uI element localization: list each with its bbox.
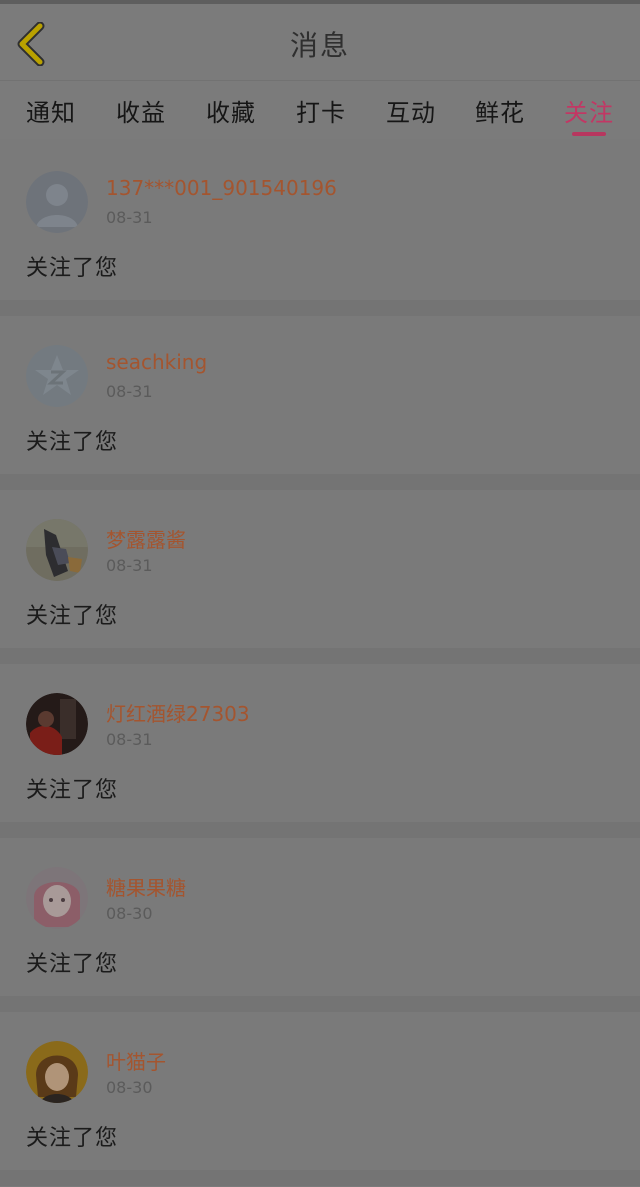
user-name[interactable]: 灯红酒绿27303	[106, 698, 250, 727]
app-header: 消息	[0, 4, 640, 81]
message-text: 关注了您	[26, 256, 119, 281]
list-item[interactable]: 糖果果糖 08-30 关注了您	[0, 838, 640, 996]
divider	[0, 300, 640, 316]
divider	[0, 1170, 640, 1186]
avatar[interactable]	[26, 1041, 88, 1103]
user-name[interactable]: 梦露露酱	[106, 524, 186, 553]
message-text: 关注了您	[26, 778, 119, 803]
avatar[interactable]	[26, 693, 88, 755]
user-name[interactable]: 叶猫子	[106, 1046, 166, 1075]
list-item[interactable]: 梦露露酱 08-31 关注了您	[0, 490, 640, 648]
message-text: 关注了您	[26, 430, 119, 455]
anime-avatar-icon	[26, 1041, 88, 1103]
tab-interaction[interactable]: 互动	[386, 93, 436, 128]
tab-follow[interactable]: 关注	[564, 93, 614, 128]
tab-notifications[interactable]: 通知	[26, 93, 76, 128]
default-person-icon	[26, 171, 88, 233]
message-text: 关注了您	[26, 604, 119, 629]
divider	[0, 822, 640, 838]
message-date: 08-30	[106, 1078, 153, 1097]
message-date: 08-30	[106, 904, 153, 923]
list-item[interactable]: 灯红酒绿27303 08-31 关注了您	[0, 664, 640, 822]
divider	[0, 474, 640, 490]
list-item[interactable]: 叶猫子 08-30 关注了您	[0, 1012, 640, 1170]
avatar[interactable]	[26, 345, 88, 407]
message-text: 关注了您	[26, 952, 119, 977]
tab-favorites[interactable]: 收藏	[206, 93, 256, 128]
list-item[interactable]: 137***001_901540196 08-31 关注了您	[0, 142, 640, 300]
tab-earnings[interactable]: 收益	[116, 93, 166, 128]
message-date: 08-31	[106, 382, 153, 401]
avatar[interactable]	[26, 519, 88, 581]
tab-bar: 通知 收益 收藏 打卡 互动 鲜花 关注	[0, 81, 640, 139]
avatar[interactable]	[26, 171, 88, 233]
tab-checkin[interactable]: 打卡	[296, 93, 346, 128]
user-name[interactable]: 137***001_901540196	[106, 176, 337, 200]
qq-zone-star-icon	[26, 345, 88, 407]
user-name[interactable]: seachking	[106, 350, 207, 374]
message-date: 08-31	[106, 208, 153, 227]
divider	[0, 996, 640, 1012]
user-name[interactable]: 糖果果糖	[106, 872, 186, 901]
active-tab-indicator	[572, 132, 606, 136]
message-text: 关注了您	[26, 1126, 119, 1151]
tab-flowers[interactable]: 鲜花	[475, 93, 525, 128]
page-title: 消息	[289, 29, 350, 62]
anime-avatar-icon	[26, 867, 88, 929]
list-item[interactable]: seachking 08-31 关注了您	[0, 316, 640, 474]
avatar[interactable]	[26, 867, 88, 929]
message-date: 08-31	[106, 730, 153, 749]
photo-avatar-icon	[26, 693, 88, 755]
message-date: 08-31	[106, 556, 153, 575]
photo-avatar-icon	[26, 519, 88, 581]
divider	[0, 648, 640, 664]
